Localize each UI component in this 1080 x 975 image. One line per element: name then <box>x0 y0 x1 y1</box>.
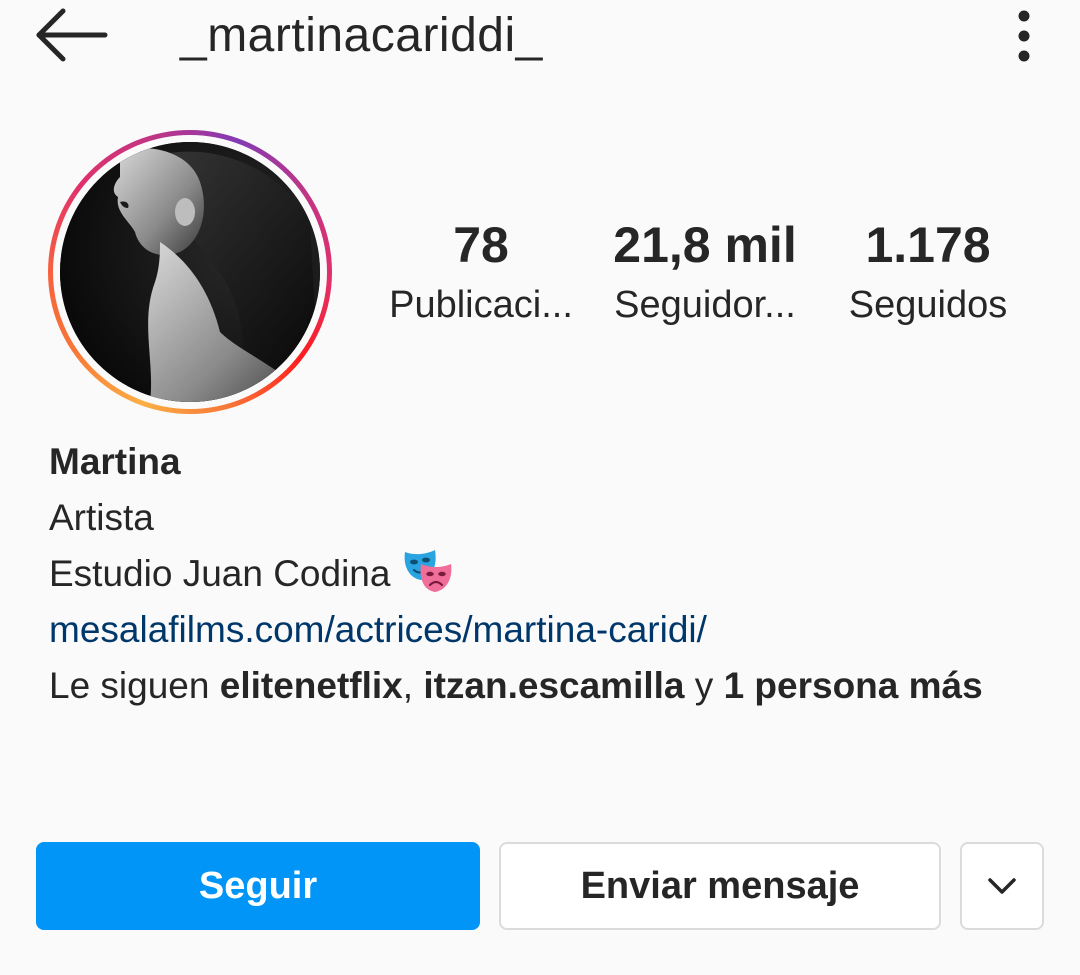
stat-followers[interactable]: 21,8 mil Seguidor... <box>605 212 805 332</box>
posts-label: Publicaci... <box>389 284 573 326</box>
profile-category: Artista <box>49 497 154 538</box>
profile-username: _martinacariddi_ <box>180 9 543 62</box>
bio-line: Estudio Juan Codina <box>49 546 1039 602</box>
followed-prefix: Le siguen <box>49 665 220 706</box>
followed-separator: , <box>402 665 424 706</box>
send-message-button[interactable]: Enviar mensaje <box>499 842 941 930</box>
stat-posts[interactable]: 78 Publicaci... <box>380 212 582 332</box>
following-count: 1.178 <box>865 217 991 273</box>
profile-page: _martinacariddi_ 78 Publicaci... 21,8 mi… <box>0 0 1080 975</box>
following-label: Seguidos <box>848 284 1008 326</box>
profile-bio: Martina Artista Estudio Juan Codina mesa… <box>49 434 1039 714</box>
bio-website-link[interactable]: mesalafilms.com/actrices/martina-caridi/ <box>49 602 1039 658</box>
more-vertical-icon <box>1018 10 1030 62</box>
followers-count: 21,8 mil <box>613 217 797 273</box>
send-message-label: Enviar mensaje <box>580 864 860 907</box>
followed-and: y <box>684 665 724 706</box>
avatar <box>60 142 320 402</box>
followed-user-itzan[interactable]: itzan.escamilla <box>423 665 684 706</box>
profile-name: Martina <box>49 441 181 482</box>
avatar-photo-image <box>60 142 320 402</box>
followed-more[interactable]: 1 persona más <box>724 665 983 706</box>
follow-button[interactable]: Seguir <box>36 842 480 930</box>
performing-arts-masks-icon <box>404 550 452 592</box>
followed-by-text[interactable]: Le siguen elitenetflix, itzan.escamilla … <box>49 658 1039 714</box>
follow-button-label: Seguir <box>198 864 318 907</box>
avatar-story-ring[interactable] <box>48 130 332 414</box>
more-options-button[interactable] <box>1000 6 1048 66</box>
posts-count: 78 <box>453 217 509 273</box>
followed-user-elitenetflix[interactable]: elitenetflix <box>220 665 403 706</box>
stat-following[interactable]: 1.178 Seguidos <box>836 212 1020 332</box>
followers-label: Seguidor... <box>614 284 796 326</box>
arrow-left-icon <box>36 8 108 62</box>
suggested-accounts-dropdown-button[interactable] <box>960 842 1044 930</box>
chevron-down-icon <box>988 878 1016 894</box>
bio-text: Estudio Juan Codina <box>49 553 391 594</box>
back-button[interactable] <box>30 4 112 66</box>
